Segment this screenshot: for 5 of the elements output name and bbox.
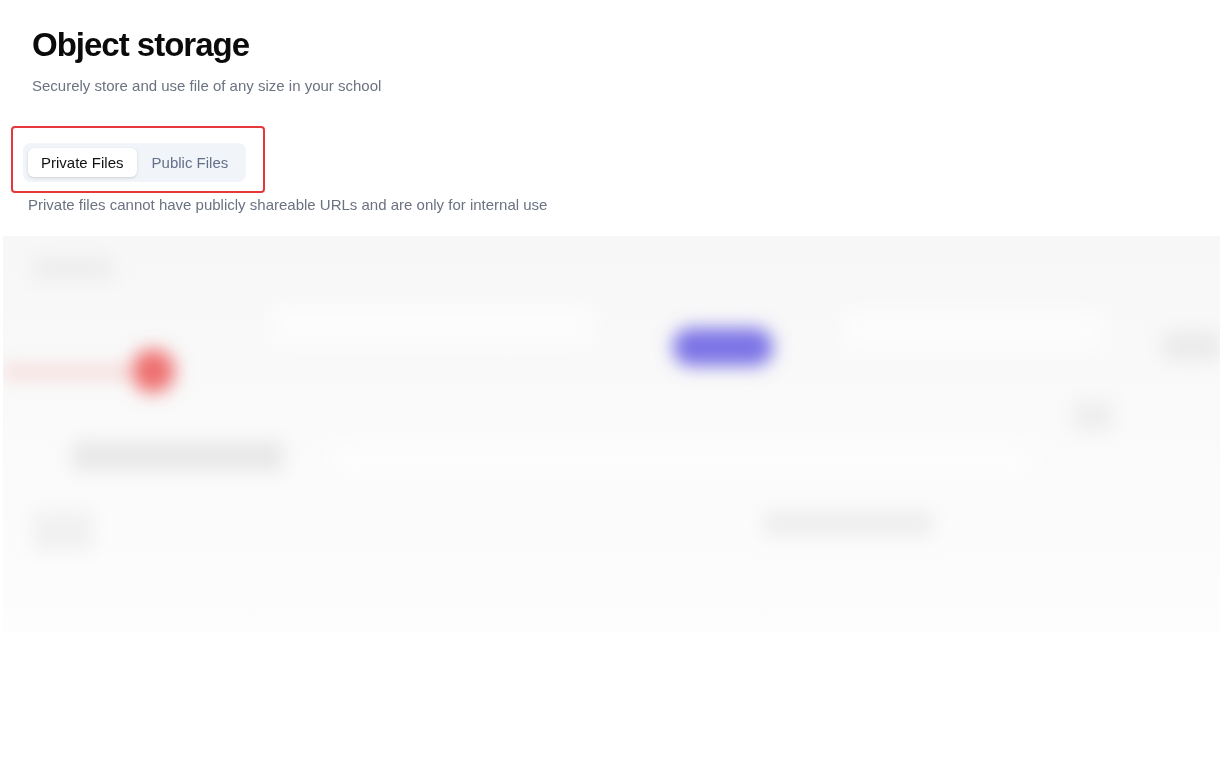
tab[interactable]: Public Files <box>138 148 242 177</box>
tab[interactable]: Private Files <box>28 148 137 177</box>
page-title: Object storage <box>32 26 251 64</box>
tab-description: Private files cannot have publicly shareable URLs and are only for internal use <box>28 195 549 215</box>
page-subtitle: Securely store and use file of any size in your school <box>32 76 383 96</box>
